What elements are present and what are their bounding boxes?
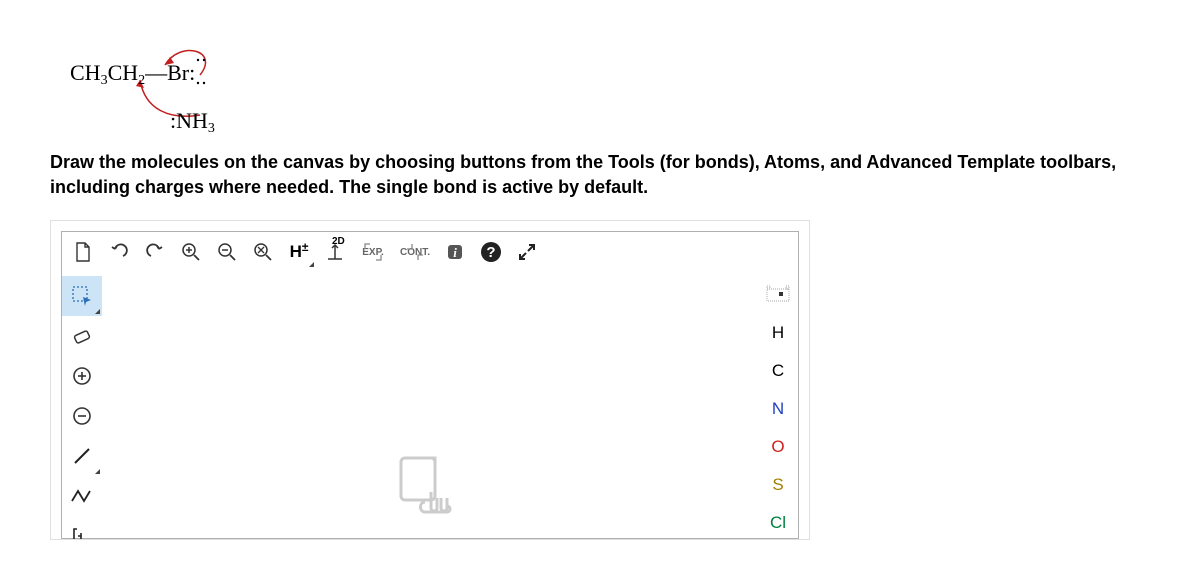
zoom-out-button[interactable]	[210, 235, 244, 269]
drawing-canvas[interactable]	[104, 276, 756, 538]
atom-cl-button[interactable]: Cl	[758, 504, 798, 540]
placeholder-icon	[395, 452, 465, 522]
help-button[interactable]: ?	[474, 235, 508, 269]
zoom-reset-button[interactable]	[246, 235, 280, 269]
new-document-button[interactable]	[66, 235, 100, 269]
top-toolbar: H± 2D EXP. CONT. i	[62, 232, 798, 272]
reaction-scheme: CH3CH2—Br: :NH3	[70, 30, 270, 130]
redo-button[interactable]	[138, 235, 172, 269]
svg-text:?: ?	[486, 244, 495, 261]
atom-o-button[interactable]: O	[758, 428, 798, 466]
increase-charge-button[interactable]	[62, 356, 102, 396]
undo-button[interactable]	[102, 235, 136, 269]
periodic-table-button[interactable]	[758, 276, 798, 314]
left-toolbar	[62, 276, 102, 540]
chain-bond-button[interactable]	[62, 476, 102, 516]
instructions-text: Draw the molecules on the canvas by choo…	[50, 150, 1150, 200]
marquee-select-button[interactable]	[62, 276, 102, 316]
h-label: H	[290, 242, 302, 262]
atom-n-button[interactable]: N	[758, 390, 798, 428]
bracket-button[interactable]	[62, 516, 102, 540]
decrease-charge-button[interactable]	[62, 396, 102, 436]
erase-button[interactable]	[62, 316, 102, 356]
h-sup: ±	[302, 240, 309, 254]
right-toolbar: H C N O S Cl	[758, 276, 798, 540]
twod-label: 2D	[332, 236, 345, 247]
reactant-formula: CH3CH2—Br:	[70, 60, 195, 86]
nucleophile-formula: :NH3	[170, 108, 215, 134]
atom-c-button[interactable]: C	[758, 352, 798, 390]
editor-container: H± 2D EXP. CONT. i	[50, 220, 810, 540]
2d-clean-button[interactable]: 2D	[318, 235, 352, 269]
zoom-in-button[interactable]	[174, 235, 208, 269]
svg-text:i: i	[453, 245, 457, 260]
atom-h-button[interactable]: H	[758, 314, 798, 352]
fullscreen-button[interactable]	[510, 235, 544, 269]
expand-button[interactable]: EXP.	[354, 235, 392, 269]
single-bond-button[interactable]	[62, 436, 102, 476]
atom-s-button[interactable]: S	[758, 466, 798, 504]
hydrogen-toggle-button[interactable]: H±	[282, 235, 316, 269]
contract-button[interactable]: CONT.	[394, 235, 436, 269]
info-button[interactable]: i	[438, 235, 472, 269]
